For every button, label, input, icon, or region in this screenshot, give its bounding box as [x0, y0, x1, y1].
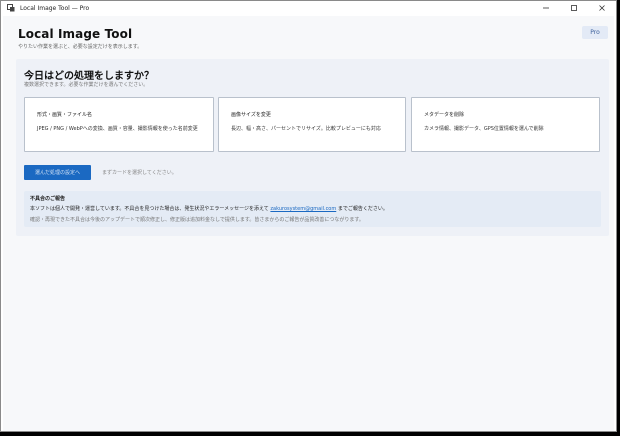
selection-hint: まずカードを選択してください。: [102, 170, 177, 176]
support-email-link[interactable]: zakurosystem@gmail.com: [270, 206, 336, 212]
app-title: Local Image Tool: [18, 27, 133, 41]
title-bar: Local Image Tool — Pro: [1, 1, 616, 15]
bug-report-title: 不具合のご報告: [30, 196, 66, 202]
card-title: 形式・画質・ファイル名: [37, 112, 93, 118]
card-description: JPEG / PNG / WebPへの変換、画質・容量、撮影情報を使った名前変更: [37, 126, 198, 132]
bug-report-note: 確認・再現できた不具合は今後のアップデートで順次修正し、修正版は追加料金なしで提…: [30, 217, 364, 223]
card-description: カメラ情報、撮影データ、GPS位置情報を選んで削除: [424, 126, 544, 132]
maximize-icon: [571, 5, 577, 11]
task-card-format[interactable]: 形式・画質・ファイル名 JPEG / PNG / WebPへの変換、画質・容量、…: [24, 97, 214, 152]
bug-report-message: 本ソフトは個人で開発・運営しています。不具合を見つけた場合は、発生状況やエラーメ…: [30, 205, 388, 212]
task-panel-title: 今日はどの処理をしますか？: [24, 71, 154, 82]
go-to-settings-button[interactable]: 選んだ処理の設定へ: [24, 165, 91, 180]
task-card-resize[interactable]: 画像サイズを変更 長辺、幅・高さ、パーセントでリサイズ。比較プレビューにも対応: [218, 97, 406, 152]
card-description: 長辺、幅・高さ、パーセントでリサイズ。比較プレビューにも対応: [231, 126, 381, 132]
close-button[interactable]: [588, 1, 616, 15]
maximize-button[interactable]: [560, 1, 588, 15]
minimize-icon: [543, 7, 549, 9]
main-content: Local Image Tool やりたい作業を選ぶと、必要な設定だけを表示しま…: [3, 16, 614, 431]
card-title: 画像サイズを変更: [231, 112, 271, 118]
bug-report-text-prefix: 本ソフトは個人で開発・運営しています。不具合を見つけた場合は、発生状況やエラーメ…: [30, 206, 269, 212]
bug-report-text-suffix: までご報告ください。: [337, 206, 388, 212]
task-card-metadata[interactable]: メタデータを削除 カメラ情報、撮影データ、GPS位置情報を選んで削除: [411, 97, 600, 152]
app-icon: [7, 4, 15, 12]
app-window: Local Image Tool — Pro Local Image Tool …: [0, 0, 617, 432]
app-header: Local Image Tool やりたい作業を選ぶと、必要な設定だけを表示しま…: [18, 27, 142, 50]
app-subtitle: やりたい作業を選ぶと、必要な設定だけを表示します。: [18, 44, 143, 50]
close-icon: [599, 5, 605, 11]
window-title: Local Image Tool — Pro: [20, 4, 90, 12]
minimize-button[interactable]: [532, 1, 560, 15]
task-panel: 今日はどの処理をしますか？ 複数選択できます。必要な作業だけを選んでください。 …: [16, 59, 609, 236]
card-title: メタデータを削除: [424, 112, 465, 118]
pro-badge[interactable]: Pro: [582, 26, 608, 39]
task-panel-subtitle: 複数選択できます。必要な作業だけを選んでください。: [24, 82, 149, 88]
bug-report-box: 不具合のご報告 本ソフトは個人で開発・運営しています。不具合を見つけた場合は、発…: [24, 191, 601, 227]
